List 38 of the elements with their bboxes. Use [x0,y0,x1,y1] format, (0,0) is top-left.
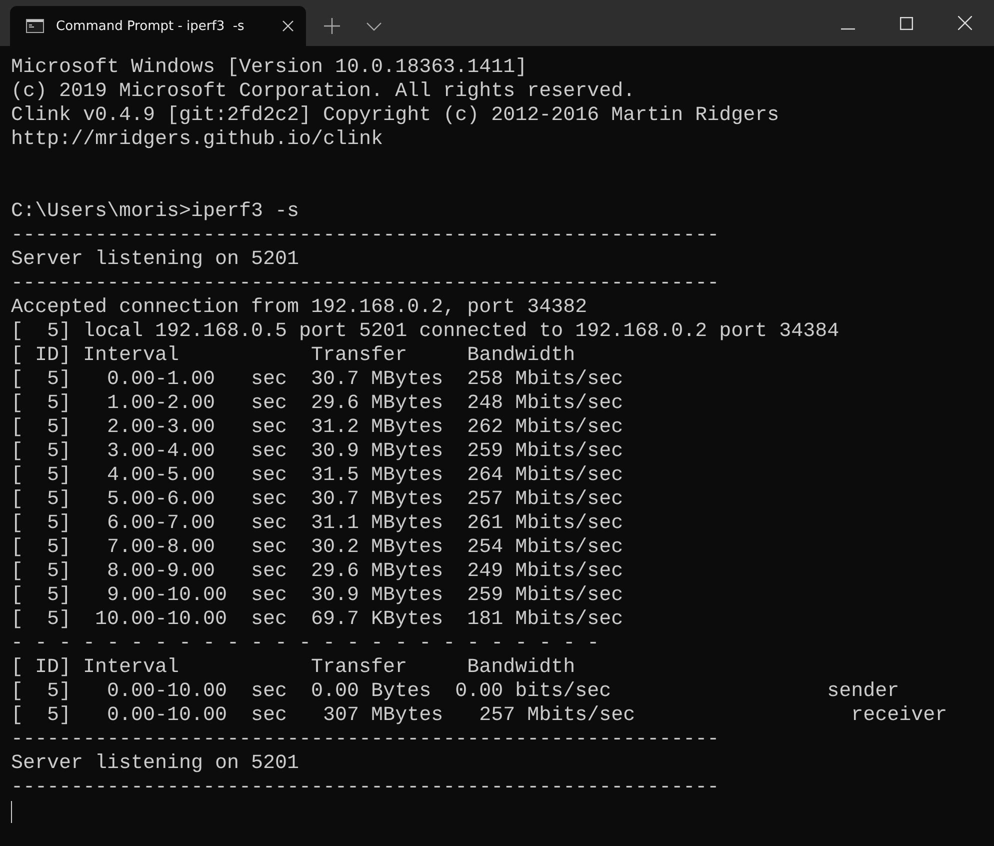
terminal-line: ----------------------------------------------------------- [11,272,720,296]
terminal-line: ----------------------------------------------------------- [11,776,720,800]
terminal-line: Clink v0.4.9 [git:2fd2c2] Copyright (c) 2012-2016 Martin Ridgers [11,104,780,128]
minimize-icon[interactable] [841,28,855,30]
maximize-icon[interactable] [900,17,913,30]
terminal-line: ----------------------------------------------------------- [11,224,720,248]
close-icon[interactable] [958,16,972,30]
terminal-line: Server listening on 5201 [11,248,300,272]
terminal-line: [ 5] 0.00-1.00 sec 30.7 MBytes 258 Mbits/sec [11,368,624,392]
terminal-line: [ 5] 8.00-9.00 sec 29.6 MBytes 249 Mbits/sec [11,560,624,584]
dropdown-chevron-icon[interactable] [366,22,382,31]
terminal-line: [ 5] 1.00-2.00 sec 29.6 MBytes 248 Mbits/sec [11,392,624,416]
terminal-line: [ 5] 7.00-8.00 sec 30.2 MBytes 254 Mbits/sec [11,536,624,560]
terminal-line: [ 5] 4.00-5.00 sec 31.5 MBytes 264 Mbits/sec [11,464,624,488]
terminal-line: [ 5] 5.00-6.00 sec 30.7 MBytes 257 Mbits/sec [11,488,624,512]
terminal-line: (c) 2019 Microsoft Corporation. All rights reserved. [11,80,636,104]
terminal-line: C:\Users\moris>iperf3 -s [11,200,300,224]
terminal-tab[interactable]: Command Prompt - iperf3 -s [10,6,306,46]
terminal-line: [ 5] local 192.168.0.5 port 5201 connected to 192.168.0.2 port 34384 [11,320,840,344]
terminal-line: [ 5] 0.00-10.00 sec 307 MBytes 257 Mbits/sec receiver [11,704,948,728]
terminal-line: [ ID] Interval Transfer Bandwidth [11,344,576,368]
terminal-line: [ 5] 3.00-4.00 sec 30.9 MBytes 259 Mbits/sec [11,440,624,464]
terminal-line: Server listening on 5201 [11,752,300,776]
terminal-line: [ 5] 2.00-3.00 sec 31.2 MBytes 262 Mbits/sec [11,416,624,440]
terminal-line: Microsoft Windows [Version 10.0.18363.1411] [11,56,528,80]
terminal-line: [ 5] 0.00-10.00 sec 0.00 Bytes 0.00 bits/sec sender [11,680,900,704]
tab-title: Command Prompt - iperf3 -s [56,18,246,34]
terminal-line: [ 5] 10.00-10.00 sec 69.7 KBytes 181 Mbits/sec [11,608,624,632]
new-tab-icon[interactable] [324,18,340,34]
terminal-line: [ ID] Interval Transfer Bandwidth [11,656,576,680]
terminal-line: Accepted connection from 192.168.0.2, port 34382 [11,296,588,320]
terminal-line: ----------------------------------------------------------- [11,728,720,752]
terminal-line: [ 5] 6.00-7.00 sec 31.1 MBytes 261 Mbits/sec [11,512,624,536]
close-tab-icon[interactable] [282,20,294,32]
terminal-icon [26,19,44,33]
terminal-line: [ 5] 9.00-10.00 sec 30.9 MBytes 259 Mbits/sec [11,584,624,608]
terminal-line: - - - - - - - - - - - - - - - - - - - - - - - - - [11,632,600,656]
terminal-line: http://mridgers.github.io/clink [11,128,384,152]
